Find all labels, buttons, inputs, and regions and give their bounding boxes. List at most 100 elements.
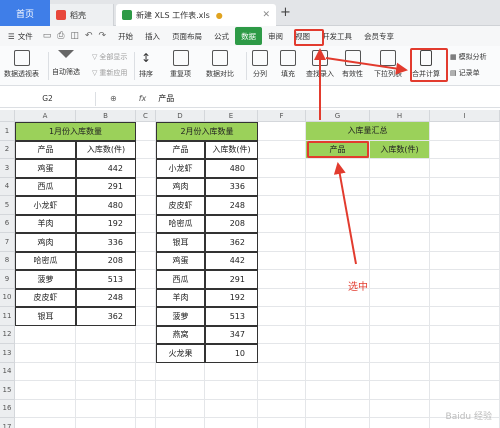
grid-cell[interactable] (306, 344, 370, 363)
what-if-button[interactable]: ▦ 模拟分析 (450, 52, 487, 62)
grid-cell[interactable] (370, 362, 430, 381)
grid-cell[interactable] (370, 418, 430, 428)
grid-cell[interactable] (15, 362, 76, 381)
menu-member[interactable]: 会员专享 (358, 27, 400, 45)
grid-cell[interactable] (258, 307, 306, 326)
table-cell-product[interactable]: 燕窝 (156, 325, 205, 344)
grid-cell[interactable] (430, 140, 500, 159)
grid-cell[interactable] (430, 270, 500, 289)
grid-cell[interactable] (258, 325, 306, 344)
grid-cell[interactable] (370, 233, 430, 252)
data-compare-button[interactable]: 数据对比 (206, 50, 234, 79)
grid-cell[interactable] (306, 362, 370, 381)
grid-cell[interactable] (370, 325, 430, 344)
menu-formula[interactable]: 公式 (208, 27, 235, 45)
grid-cell[interactable] (306, 214, 370, 233)
row-header-1[interactable]: 1 (0, 122, 15, 141)
grid-cell[interactable] (76, 399, 136, 418)
grid-cell[interactable] (136, 251, 156, 270)
row-header-14[interactable]: 14 (0, 362, 15, 381)
name-box[interactable]: G2 (0, 91, 96, 106)
grid-cell[interactable] (156, 362, 205, 381)
sheet-grid[interactable]: A B C D E F G H I 1 2 3 4 5 6 7 8 9 10 11 12 13 14 15 16 17 1月份入库… (0, 110, 500, 428)
sort-button[interactable]: ↕ 排序 (138, 50, 154, 79)
table-cell-product[interactable]: 鸡蛋 (156, 251, 205, 270)
table-cell-product[interactable]: 鸡蛋 (15, 159, 76, 178)
menu-page-layout[interactable]: 页面布局 (166, 27, 208, 45)
table-cell-product[interactable]: 菠萝 (156, 307, 205, 326)
table-cell-qty[interactable]: 248 (76, 288, 136, 307)
reapply-button[interactable]: ▽ 重新应用 (92, 68, 127, 78)
grid-cell[interactable] (136, 362, 156, 381)
row-header-3[interactable]: 3 (0, 159, 15, 178)
row-header-17[interactable]: 17 (0, 418, 15, 428)
grid-cell[interactable] (76, 418, 136, 428)
grid-cell[interactable] (258, 381, 306, 400)
grid-cell[interactable] (430, 362, 500, 381)
table-cell-qty[interactable]: 336 (205, 177, 258, 196)
table-cell-qty[interactable]: 192 (205, 288, 258, 307)
row-header-13[interactable]: 13 (0, 344, 15, 363)
formula-input[interactable]: 产品 (158, 93, 174, 104)
grid-cell[interactable] (370, 270, 430, 289)
column-header-a[interactable]: A (15, 110, 76, 122)
grid-cell[interactable] (136, 233, 156, 252)
dropdown-list-button[interactable]: 下拉列表 (374, 50, 402, 79)
tab-document[interactable]: 新建 XLS 工作表.xls ● ✕ (116, 4, 276, 26)
grid-cell[interactable] (76, 325, 136, 344)
grid-cell[interactable] (136, 159, 156, 178)
table2-title[interactable]: 2月份入库数量 (156, 122, 258, 141)
table-cell-qty[interactable]: 347 (205, 325, 258, 344)
row-header-16[interactable]: 16 (0, 399, 15, 418)
grid-cell[interactable] (370, 196, 430, 215)
table2-header-qty[interactable]: 入库数(件) (205, 140, 258, 159)
grid-cell[interactable] (306, 233, 370, 252)
table-cell-product[interactable]: 皮皮虾 (156, 196, 205, 215)
grid-cell[interactable] (370, 251, 430, 270)
row-header-10[interactable]: 10 (0, 288, 15, 307)
menu-review[interactable]: 审阅 (262, 27, 289, 45)
table-cell-product[interactable]: 皮皮虾 (15, 288, 76, 307)
split-column-button[interactable]: 分列 (252, 50, 268, 79)
grid-cell[interactable] (430, 251, 500, 270)
zoom-icon[interactable]: ⊕ (110, 94, 117, 103)
table-cell-product[interactable]: 哈密瓜 (15, 251, 76, 270)
table-cell-qty[interactable]: 291 (205, 270, 258, 289)
grid-cell[interactable] (258, 159, 306, 178)
new-tab-button[interactable]: + (280, 5, 291, 20)
grid-cell[interactable] (430, 159, 500, 178)
pivot-table-button[interactable]: 数据透视表 (4, 50, 39, 79)
grid-cell[interactable] (15, 344, 76, 363)
grid-cell[interactable] (430, 177, 500, 196)
table-cell-product[interactable]: 火龙果 (156, 344, 205, 363)
undo-icon[interactable]: ↶ (85, 31, 93, 41)
grid-cell[interactable] (370, 214, 430, 233)
grid-cell[interactable] (136, 122, 156, 141)
grid-cell[interactable] (370, 177, 430, 196)
row-header-15[interactable]: 15 (0, 381, 15, 400)
table-cell-qty[interactable]: 208 (205, 214, 258, 233)
table-cell-product[interactable]: 小龙虾 (156, 159, 205, 178)
autofilter-button[interactable]: 自动筛选 (52, 50, 80, 77)
grid-cell[interactable] (136, 196, 156, 215)
grid-cell[interactable] (156, 381, 205, 400)
save-icon[interactable]: ▭ (43, 31, 52, 41)
summary-title[interactable]: 入库量汇总 (306, 122, 430, 141)
lookup-entry-button[interactable]: 查找录入 (306, 50, 334, 79)
table-cell-qty[interactable]: 248 (205, 196, 258, 215)
grid-cell[interactable] (370, 159, 430, 178)
column-header-d[interactable]: D (156, 110, 205, 122)
grid-cell[interactable] (156, 399, 205, 418)
grid-cell[interactable] (306, 307, 370, 326)
grid-cell[interactable] (430, 325, 500, 344)
grid-cell[interactable] (258, 344, 306, 363)
grid-cell[interactable] (156, 418, 205, 428)
grid-cell[interactable] (205, 362, 258, 381)
grid-cell[interactable] (306, 381, 370, 400)
table1-header-qty[interactable]: 入库数(件) (76, 140, 136, 159)
menu-file[interactable]: ☰ 文件 (2, 27, 39, 45)
row-header-12[interactable]: 12 (0, 325, 15, 344)
row-header-9[interactable]: 9 (0, 270, 15, 289)
grid-cell[interactable] (370, 344, 430, 363)
tab-home[interactable]: 首页 (0, 0, 50, 26)
